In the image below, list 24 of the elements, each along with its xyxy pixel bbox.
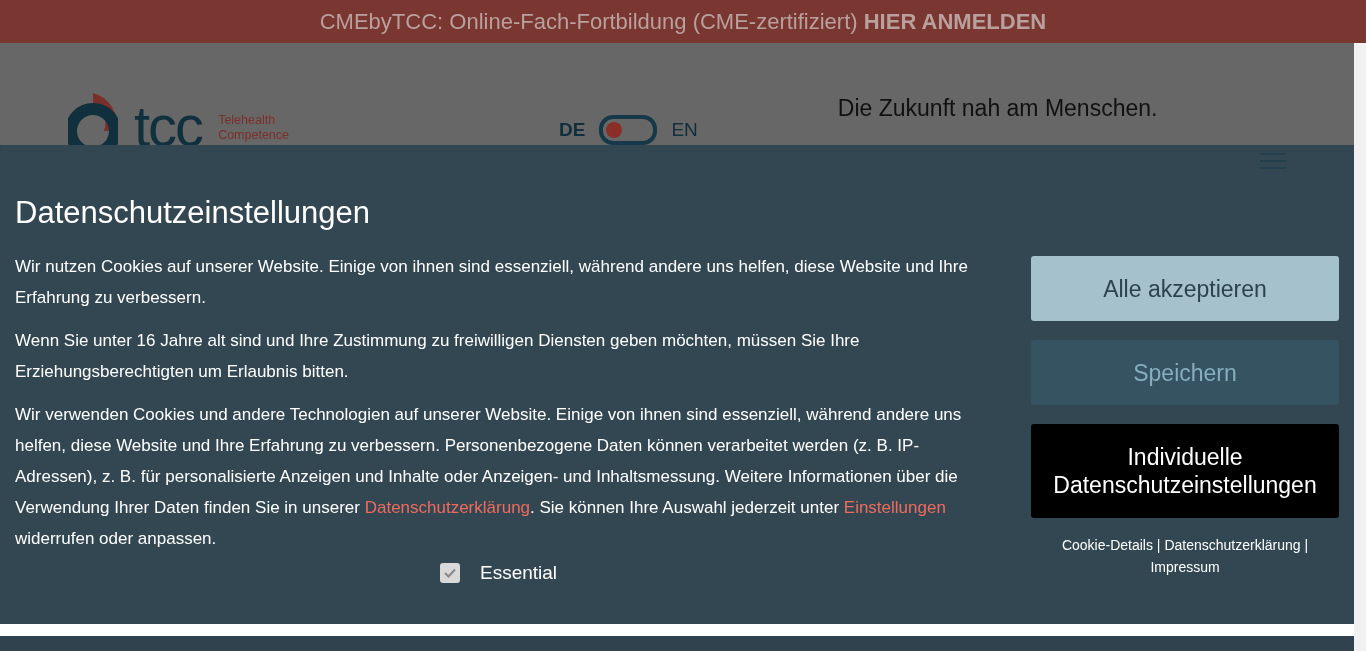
- tagline: Die Zukunft nah am Menschen.: [837, 95, 1158, 122]
- banner-link[interactable]: CMEbyTCC: Online-Fach-Fortbildung (CME-zertifiziert) HIER ANMELDEN: [319, 8, 1047, 35]
- footer-link[interactable]: Impressum: [1150, 559, 1220, 575]
- paragraph: Wenn Sie unter 16 Jahre alt sind und Ihre Zustimmung zu freiwilligen Diensten geben möchten, müssen Sie Ihre Erziehungsberechtigten um Erlaubnis bitten.: [15, 330, 861, 383]
- logo-wordmark: tcc: [134, 97, 203, 155]
- footer-link[interactable]: Datenschutzerklärung: [1164, 537, 1301, 553]
- text-link[interactable]: Einstellungen: [843, 498, 946, 517]
- accept-all-button[interactable]: Alle akzeptieren: [1031, 256, 1339, 321]
- checkbox-label: Essential: [480, 562, 558, 584]
- scrollbar[interactable]: [1354, 43, 1366, 651]
- separator: |: [1303, 537, 1309, 553]
- language-option[interactable]: DE: [559, 119, 586, 141]
- settings-button[interactable]: Individuelle Datenschutzeinstellungen: [1031, 424, 1339, 518]
- panel-title: Datenschutzeinstellungen: [15, 195, 372, 231]
- logo-text: Telehealth: [218, 113, 277, 128]
- footer-link[interactable]: Cookie-Details: [1061, 537, 1153, 553]
- paragraph: Wir nutzen Cookies auf unserer Website. Einige von ihnen sind essenziell, während andere uns helfen, diese Website und Ihre Erfahrung zu verbessern.: [15, 256, 969, 309]
- save-button[interactable]: Speichern: [1031, 340, 1339, 405]
- check-icon: [444, 568, 456, 578]
- paragraph: Wir verwenden Cookies und andere Technologien auf unserer Website. Einige von ihnen sind essenziell, während andere uns helfen, diese Website und Ihre Erfahrung zu verbessern. Personenbezogene Daten können verarbeitet werden (z. B. IP-Adressen), z. B. für personalisierte Anzeigen und Inhalte oder Anzeigen- und Inhaltsmessung. Weitere Informationen über die Verwendung Ihrer Daten finden Sie in unserer Datenschutzerklärung. Sie können Ihre Auswahl jederzeit unter Einstellungen widerrufen oder anpassen.: [15, 404, 963, 550]
- separator: |: [1155, 537, 1162, 553]
- logo-text: Competence: [218, 128, 289, 143]
- text-link[interactable]: Datenschutzerklärung: [364, 498, 531, 517]
- language-option[interactable]: EN: [671, 119, 698, 141]
